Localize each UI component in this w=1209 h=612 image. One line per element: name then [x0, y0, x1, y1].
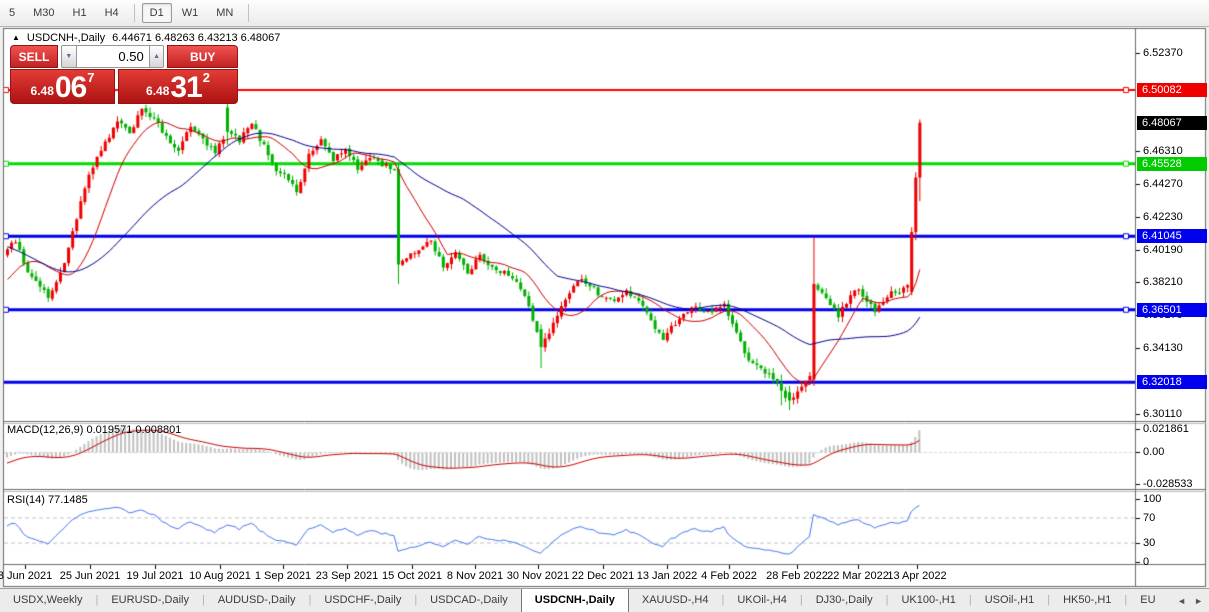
chart-ohlc-values: 6.44671 6.48263 6.43213 6.48067	[112, 32, 280, 44]
timeframe-toolbar: 5M30H1H4 D1W1MN	[0, 0, 1209, 27]
price-axis-tick: 6.34130	[1143, 342, 1183, 355]
price-axis-tick: 6.42230	[1143, 211, 1183, 224]
buy-price-big-digits: 31	[170, 74, 201, 101]
symbol-tabbar: USDX,Weekly|EURUSD-,Daily|AUDUSD-,Daily|…	[0, 588, 1209, 612]
timeframe-button-5[interactable]: 5	[1, 3, 23, 23]
date-axis-label: 25 Jun 2021	[60, 570, 121, 582]
timeframe-button-d1[interactable]: D1	[142, 3, 172, 23]
tab-uk100-h1[interactable]: UK100-,H1	[888, 589, 968, 612]
date-axis-label: 19 Jul 2021	[127, 570, 184, 582]
rsi-axis-tick: 30	[1143, 537, 1155, 550]
triangle-up-icon: ▲	[153, 53, 160, 60]
date-axis-label: 22 Mar 2022	[827, 570, 889, 582]
tabs-scroll-left-icon[interactable]: ◄	[1177, 596, 1186, 606]
date-axis-label: 13 Jan 2022	[637, 570, 698, 582]
macd-axis-tick: -0.028533	[1143, 478, 1193, 491]
macd-indicator-label: MACD(12,26,9) 0.019571 0.008801	[7, 424, 181, 436]
timeframe-button-mn[interactable]: MN	[208, 3, 241, 23]
toolbar-separator	[248, 4, 249, 22]
chart-title: ▲ USDCNH-,Daily 6.44671 6.48263 6.43213 …	[12, 32, 280, 44]
chart-symbol-label: USDCNH-,Daily	[27, 32, 105, 44]
timeframe-button-m30[interactable]: M30	[25, 3, 62, 23]
sell-price-pip-digit: 7	[87, 70, 94, 85]
price-axis-tick: 6.40190	[1143, 244, 1183, 257]
volume-decrease-button[interactable]: ▼	[61, 45, 77, 68]
date-axis-label: 22 Dec 2021	[572, 570, 634, 582]
tab-dj30-daily[interactable]: DJ30-,Daily	[803, 589, 886, 612]
buy-price-prefix: 6.48	[146, 84, 169, 98]
rsi-axis-tick: 100	[1143, 493, 1161, 506]
timeframe-button-w1[interactable]: W1	[174, 3, 207, 23]
date-axis-label: 10 Aug 2021	[189, 570, 251, 582]
sell-button[interactable]: SELL	[10, 45, 58, 68]
tab-usdcad-daily[interactable]: USDCAD-,Daily	[417, 589, 521, 612]
price-level-tag: 6.50082	[1137, 83, 1207, 97]
price-axis-tick: 6.38210	[1143, 276, 1183, 289]
date-axis-label: 1 Sep 2021	[255, 570, 311, 582]
tab-audusd-daily[interactable]: AUDUSD-,Daily	[205, 589, 309, 612]
timeframe-button-h4[interactable]: H4	[97, 3, 127, 23]
price-level-tag: 6.36501	[1137, 303, 1207, 317]
price-axis-tick: 6.30110	[1143, 408, 1182, 421]
triangle-down-icon: ▼	[65, 53, 72, 60]
tab-eu[interactable]: EU	[1127, 589, 1168, 612]
tab-usdchf-daily[interactable]: USDCHF-,Daily	[311, 589, 414, 612]
buy-button[interactable]: BUY	[167, 45, 238, 68]
date-axis-label: 3 Jun 2021	[0, 570, 52, 582]
price-level-tag: 6.45528	[1137, 157, 1207, 171]
date-axis-label: 28 Feb 2022	[766, 570, 828, 582]
sell-price-big-digits: 06	[55, 74, 86, 101]
price-level-tag: 6.32018	[1137, 375, 1207, 389]
price-level-tag: 6.41045	[1137, 229, 1207, 243]
date-axis-label: 13 Apr 2022	[887, 570, 946, 582]
tab-ukoil-h4[interactable]: UKOil-,H4	[724, 589, 800, 612]
timeframe-button-h1[interactable]: H1	[65, 3, 95, 23]
sell-price-prefix: 6.48	[31, 84, 54, 98]
buy-price-pip-digit: 2	[203, 70, 210, 85]
date-axis-label: 4 Feb 2022	[701, 570, 757, 582]
tab-xauusd-h4[interactable]: XAUUSD-,H4	[629, 589, 722, 612]
tab-usdcnh-daily[interactable]: USDCNH-,Daily	[521, 589, 629, 612]
sell-price-button[interactable]: 6.48 06 7	[10, 69, 115, 104]
date-axis-label: 23 Sep 2021	[316, 570, 378, 582]
price-level-tag: 6.48067	[1137, 116, 1207, 130]
tab-hk50-h1[interactable]: HK50-,H1	[1050, 589, 1124, 612]
date-axis-label: 15 Oct 2021	[382, 570, 442, 582]
rsi-axis-tick: 70	[1143, 512, 1155, 525]
rsi-axis-tick: 0	[1143, 556, 1149, 569]
collapse-arrow-icon[interactable]: ▲	[12, 33, 20, 43]
rsi-indicator-label: RSI(14) 77.1485	[7, 494, 88, 506]
toolbar-separator	[134, 4, 135, 22]
trading-platform-window: 5M30H1H4 D1W1MN ▲ USDCNH-,Daily 6.44671 6…	[0, 0, 1209, 612]
buy-price-button[interactable]: 6.48 31 2	[118, 69, 238, 104]
volume-increase-button[interactable]: ▲	[149, 45, 165, 68]
tab-scroll-arrows: ◄►	[1177, 589, 1209, 612]
price-axis-tick: 6.44270	[1143, 178, 1183, 191]
macd-axis-tick: 0.00	[1143, 446, 1164, 459]
tab-eurusd-daily[interactable]: EURUSD-,Daily	[98, 589, 202, 612]
tabs-scroll-right-icon[interactable]: ►	[1194, 596, 1203, 606]
macd-axis-tick: 0.021861	[1143, 423, 1189, 436]
date-axis-label: 30 Nov 2021	[507, 570, 569, 582]
volume-input[interactable]	[77, 45, 149, 68]
date-axis-label: 8 Nov 2021	[447, 570, 503, 582]
tab-usdx-weekly[interactable]: USDX,Weekly	[0, 589, 95, 612]
tab-usoil-h1[interactable]: USOil-,H1	[972, 589, 1048, 612]
price-axis-tick: 6.52370	[1143, 47, 1183, 60]
one-click-trading-panel: SELL ▼ ▲ BUY 6.48 06 7 6.48 31 2	[10, 45, 238, 104]
